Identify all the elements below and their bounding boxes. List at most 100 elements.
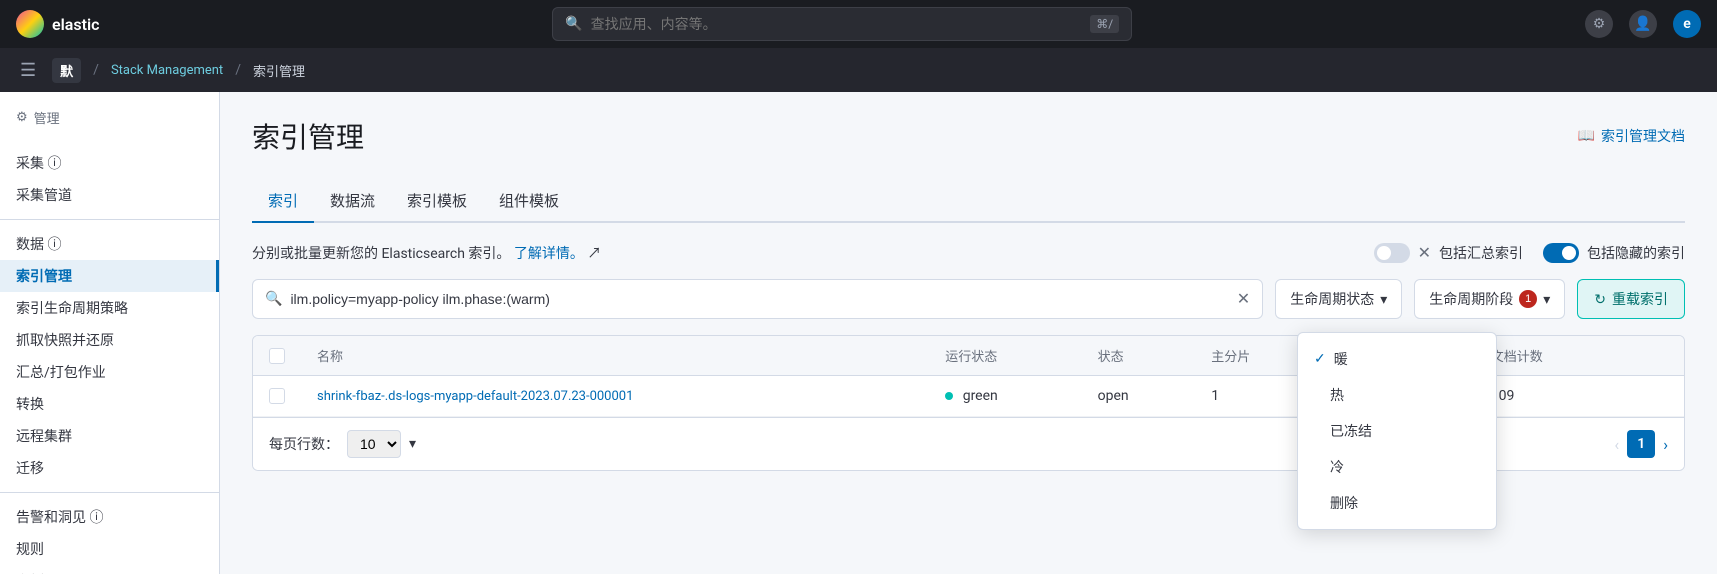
sidebar-collection-label: 采集 ⓘ [16, 153, 61, 173]
prev-page-button[interactable]: ‹ [1614, 435, 1619, 454]
info-bar: 分别或批量更新您的 Elasticsearch 索引。 了解详情。 ↗ ✕ 包括… [252, 243, 1685, 263]
info-text: 分别或批量更新您的 Elasticsearch 索引。 了解详情。 ↗ [252, 243, 601, 263]
toggle-group-hidden: 包括隐藏的索引 [1543, 243, 1685, 263]
col-status: 状态 [1082, 336, 1196, 376]
dropdown-item-frozen[interactable]: 已冻结 [1298, 413, 1496, 449]
toggle-hidden-indices[interactable] [1543, 243, 1579, 263]
top-navigation: elastic 🔍 ⌘/ ⚙ 👤 e [0, 0, 1717, 48]
col-health: 运行状态 [929, 336, 1081, 376]
current-page-number: 1 [1627, 430, 1655, 458]
lifecycle-phase-label: 生命周期阶段 [1429, 289, 1513, 309]
breadcrumb-bar: ☰ 默 / Stack Management / 索引管理 [0, 48, 1717, 92]
help-icon-button[interactable]: 👤 [1629, 10, 1657, 38]
check-icon-warm: ✓ [1314, 351, 1326, 367]
search-shortcut: ⌘/ [1090, 15, 1119, 33]
external-link-icon: ↗ [587, 246, 601, 262]
dropdown-item-warm[interactable]: ✓ 暖 [1298, 341, 1496, 377]
elastic-logo[interactable]: elastic [16, 10, 99, 38]
gear-icon: ⚙ [16, 110, 28, 125]
sidebar-item-alerts[interactable]: 告警和洞见 ⓘ [0, 501, 219, 533]
settings-icon-button[interactable]: ⚙ [1585, 10, 1613, 38]
select-all-checkbox[interactable] [269, 348, 285, 364]
toggle-group-summary: ✕ 包括汇总索引 [1374, 243, 1523, 263]
content-area: 索引管理 📖 索引管理文档 索引 数据流 索引模板 组件模板 分别或批量更新您的… [220, 92, 1717, 574]
breadcrumb-current-page: 索引管理 [253, 61, 305, 80]
dropdown-hot-label: 热 [1330, 385, 1344, 405]
sidebar-item-index-management[interactable]: 索引管理 [0, 260, 219, 292]
user-avatar-button[interactable]: e [1673, 10, 1701, 38]
sidebar-item-snapshot[interactable]: 抓取快照并还原 [0, 324, 219, 356]
filter-row: 🔍 ✕ 生命周期状态 ▾ 生命周期阶段 1 ▾ ↻ 重载索引 [252, 279, 1685, 319]
sidebar-item-collection[interactable]: 采集 ⓘ [0, 147, 219, 179]
global-search-input[interactable] [591, 16, 1083, 32]
sidebar-pipelines-label: 采集管道 [16, 185, 72, 205]
main-layout: ⚙ 管理 采集 ⓘ 采集管道 数据 ⓘ 索引管理 索引生命周期策略 抓取快照并还… [0, 92, 1717, 574]
sidebar-item-rules[interactable]: 规则 [0, 533, 219, 565]
info-link[interactable]: 了解详情。 [514, 246, 584, 262]
lifecycle-status-filter[interactable]: 生命周期状态 ▾ [1275, 279, 1402, 319]
index-name-link[interactable]: shrink-fbaz-.ds-logs-myapp-default-2023.… [317, 389, 633, 404]
tab-index-templates[interactable]: 索引模板 [391, 180, 483, 223]
search-bar-wrapper: 🔍 ⌘/ [111, 7, 1573, 41]
tab-component-templates[interactable]: 组件模板 [483, 180, 575, 223]
tab-indices[interactable]: 索引 [252, 180, 314, 223]
sidebar-item-pipelines[interactable]: 采集管道 [0, 179, 219, 211]
toggle-hidden-slider [1543, 243, 1579, 263]
sidebar: ⚙ 管理 采集 ⓘ 采集管道 数据 ⓘ 索引管理 索引生命周期策略 抓取快照并还… [0, 92, 220, 574]
lifecycle-phase-badge: 1 [1519, 290, 1537, 308]
lifecycle-phase-chevron-icon: ▾ [1543, 291, 1550, 308]
docs-value: 109 [1475, 376, 1626, 417]
breadcrumb-stack-management[interactable]: Stack Management [111, 63, 223, 78]
next-page-button[interactable]: › [1663, 435, 1668, 454]
filter-clear-button[interactable]: ✕ [1237, 289, 1250, 309]
health-dot-green [945, 392, 953, 400]
sidebar-transform-label: 转换 [16, 394, 44, 414]
filter-input[interactable] [290, 291, 1228, 307]
sidebar-item-transform[interactable]: 转换 [0, 388, 219, 420]
sidebar-item-cases[interactable]: 案例 [0, 565, 219, 574]
toggle-hidden-label: 包括隐藏的索引 [1587, 243, 1685, 263]
sidebar-item-migrate[interactable]: 迁移 [0, 452, 219, 484]
health-value: green [963, 388, 998, 404]
dropdown-delete-label: 删除 [1330, 493, 1358, 513]
doc-link[interactable]: 📖 索引管理文档 [1578, 126, 1685, 146]
dropdown-warm-label: 暖 [1334, 349, 1348, 369]
sidebar-ilm-label: 索引生命周期策略 [16, 298, 128, 318]
dropdown-item-cold[interactable]: 冷 [1298, 449, 1496, 485]
sidebar-item-remote-cluster[interactable]: 远程集群 [0, 420, 219, 452]
global-search-bar[interactable]: 🔍 ⌘/ [552, 7, 1132, 41]
sidebar-item-ilm[interactable]: 索引生命周期策略 [0, 292, 219, 324]
toggle-summary-slider [1374, 243, 1410, 263]
toggle-summary-label: 包括汇总索引 [1439, 243, 1523, 263]
dropdown-item-delete[interactable]: 删除 [1298, 485, 1496, 521]
sidebar-index-management-label: 索引管理 [16, 266, 72, 286]
elastic-logo-icon [16, 10, 44, 38]
lifecycle-phase-dropdown: ✓ 暖 热 已冻结 冷 删除 [1297, 332, 1497, 530]
book-icon: 📖 [1578, 128, 1595, 144]
chevron-down-icon: ▾ [1380, 291, 1387, 308]
sidebar-item-rollup[interactable]: 汇总/打包作业 [0, 356, 219, 388]
doc-link-label: 索引管理文档 [1601, 126, 1685, 146]
lifecycle-phase-filter[interactable]: 生命周期阶段 1 ▾ [1414, 279, 1565, 319]
main-tabs: 索引 数据流 索引模板 组件模板 [252, 180, 1685, 223]
tab-datastreams[interactable]: 数据流 [314, 180, 391, 223]
toggle-summary-clear[interactable]: ✕ [1418, 243, 1431, 263]
toggles-group: ✕ 包括汇总索引 包括隐藏的索引 [1374, 243, 1685, 263]
rows-per-page-group: 每页行数： 10 25 50 ▾ [269, 430, 416, 458]
dropdown-item-hot[interactable]: 热 [1298, 377, 1496, 413]
col-actions [1626, 336, 1684, 376]
sidebar-alerts-label: 告警和洞见 ⓘ [16, 507, 103, 527]
rows-per-page-label: 每页行数： [269, 434, 339, 454]
lifecycle-status-label: 生命周期状态 [1290, 289, 1374, 309]
reload-icon: ↻ [1594, 291, 1606, 308]
row-checkbox[interactable] [269, 388, 285, 404]
toggle-summary-indices[interactable] [1374, 243, 1410, 263]
status-value: open [1082, 376, 1196, 417]
hamburger-menu[interactable]: ☰ [16, 56, 40, 85]
search-icon: 🔍 [565, 16, 582, 32]
sidebar-item-data[interactable]: 数据 ⓘ [0, 228, 219, 260]
rows-per-page-select[interactable]: 10 25 50 [347, 430, 401, 458]
reload-indices-button[interactable]: ↻ 重载索引 [1577, 279, 1685, 319]
sidebar-rollup-label: 汇总/打包作业 [16, 362, 106, 382]
filter-input-wrap[interactable]: 🔍 ✕ [252, 279, 1263, 319]
